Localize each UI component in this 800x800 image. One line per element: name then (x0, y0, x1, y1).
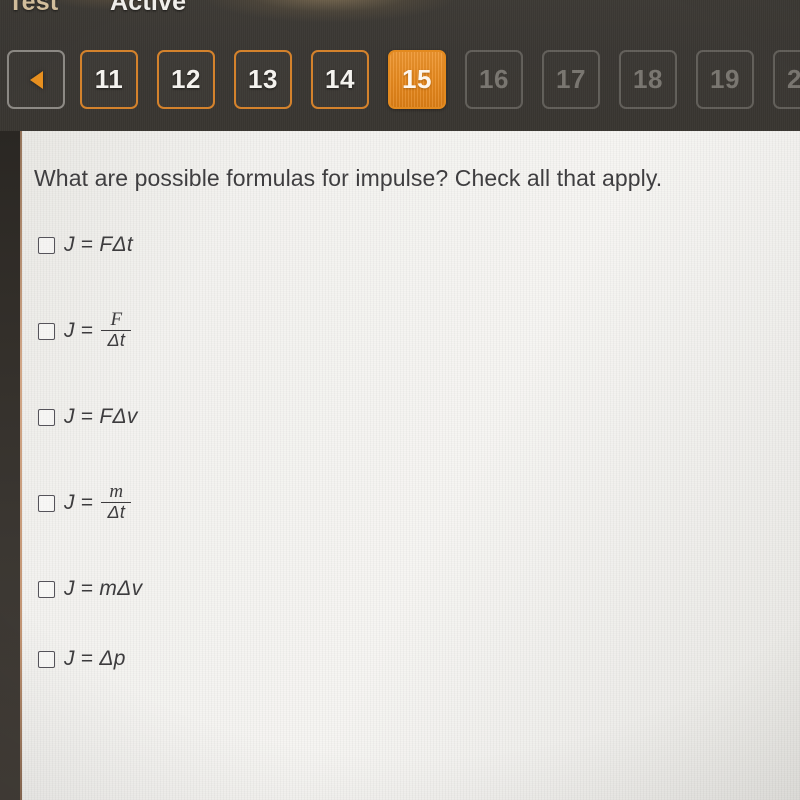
header-strip: Test Active (0, 0, 800, 26)
answer-option[interactable]: J = Δp (38, 637, 126, 681)
formula-lhs: J (64, 490, 75, 514)
formula-opt-6: J = Δp (64, 647, 126, 671)
pager-button-12[interactable]: 12 (157, 50, 215, 109)
pager-button-20: 20 (773, 50, 800, 109)
formula-equals: = (80, 233, 94, 256)
nav-chrome: Test Active 11 12 13 14 15 16 17 18 19 20 (0, 0, 800, 131)
fraction-denominator: Δt (107, 502, 126, 523)
answer-option[interactable]: J= FΔt (38, 309, 133, 353)
pager-back-button[interactable] (7, 50, 65, 109)
formula-equals: = (80, 490, 94, 514)
formula-opt-2: J = F Δt (64, 308, 133, 351)
fraction-numerator: m (109, 480, 124, 502)
answer-option[interactable]: J=FΔt (38, 223, 133, 267)
formula-lhs: J (64, 405, 75, 428)
pager-button-16: 16 (465, 50, 523, 109)
checkbox-opt-5[interactable] (38, 580, 55, 598)
formula-equals: = (80, 577, 94, 600)
pager-button-17: 17 (542, 50, 600, 109)
formula-lhs: J (64, 577, 75, 600)
checkbox-opt-1[interactable] (38, 236, 55, 254)
formula-lhs: J (64, 233, 75, 256)
formula-rhs: Δp (99, 647, 126, 670)
formula-equals: = (80, 318, 94, 342)
formula-rhs: FΔt (99, 233, 134, 256)
triangle-left-icon (29, 70, 43, 89)
formula-opt-1: J = FΔt (64, 233, 133, 257)
status-badge: Active (110, 0, 187, 16)
checkbox-opt-4[interactable] (38, 494, 55, 512)
checkbox-opt-6[interactable] (38, 650, 55, 668)
pager-button-13[interactable]: 13 (234, 50, 292, 109)
fraction-numerator: F (110, 308, 123, 330)
pager-button-19: 19 (696, 50, 754, 109)
formula-equals: = (80, 647, 94, 670)
formula-opt-5: J = mΔv (64, 577, 142, 601)
pager-button-18: 18 (619, 50, 677, 109)
formula-opt-4: J = m Δt (64, 480, 133, 523)
question-text: What are possible formulas for impulse? … (34, 165, 663, 191)
question-pager: 11 12 13 14 15 16 17 18 19 20 (0, 50, 800, 110)
pager-button-15[interactable]: 15 (388, 50, 446, 109)
formula-rhs: mΔv (99, 577, 143, 600)
formula-lhs: J (64, 318, 75, 342)
formula-fraction: m Δt (101, 480, 132, 523)
formula-fraction: F Δt (101, 308, 132, 351)
fraction-denominator: Δt (107, 330, 126, 351)
formula-lhs: J (64, 647, 75, 670)
screenshot-root: Test Active 11 12 13 14 15 16 17 18 19 20 What ar… (0, 0, 800, 800)
page-title: Test (8, 0, 59, 16)
formula-equals: = (80, 405, 94, 428)
answer-option[interactable]: J = mΔv (38, 567, 142, 611)
answer-option[interactable]: J = FΔv (38, 395, 138, 439)
answer-option[interactable]: J = m Δt (38, 481, 133, 525)
question-sheet: What are possible formulas for impulse? … (22, 131, 800, 800)
pager-button-14[interactable]: 14 (311, 50, 369, 109)
checkbox-opt-3[interactable] (38, 408, 55, 426)
formula-rhs: FΔv (99, 405, 138, 428)
pager-button-11[interactable]: 11 (80, 50, 138, 109)
formula-opt-3: J = FΔv (64, 405, 138, 429)
left-bezel (0, 131, 21, 800)
checkbox-opt-2[interactable] (38, 322, 55, 340)
